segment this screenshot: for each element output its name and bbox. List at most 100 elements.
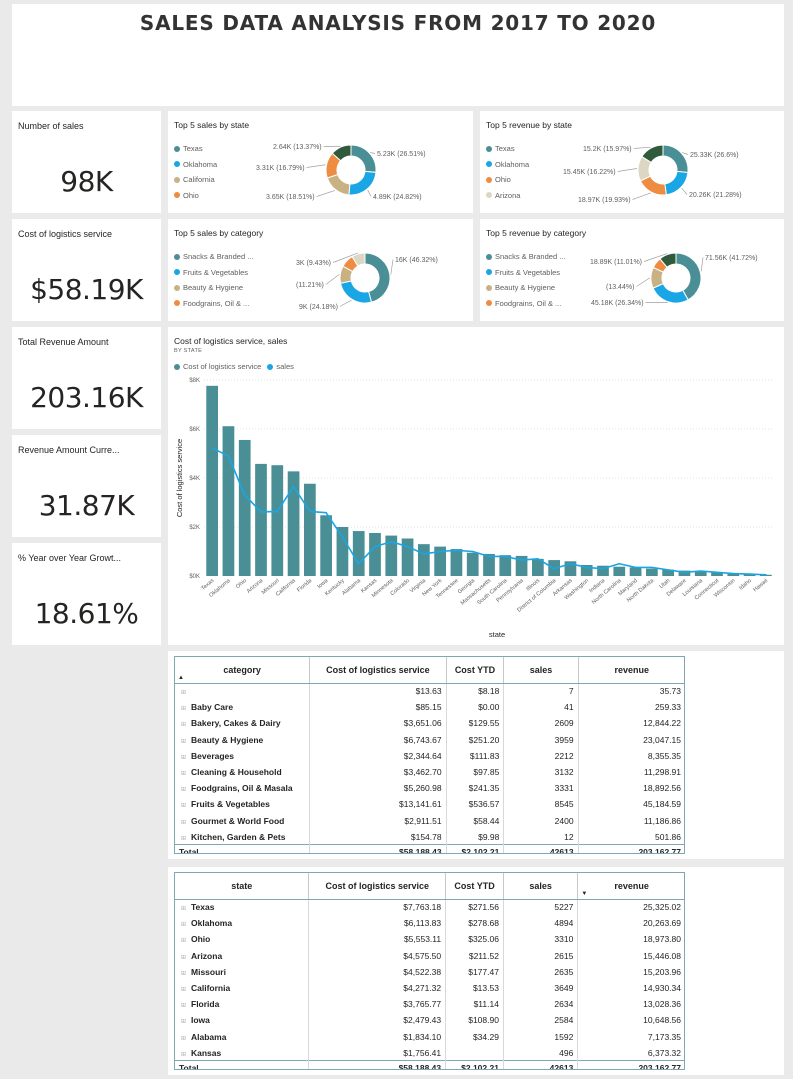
bar[interactable] [694, 571, 707, 576]
kpi-total-revenue[interactable]: Total Revenue Amount 203.16K [12, 327, 161, 429]
bar[interactable] [206, 385, 219, 576]
bar[interactable] [466, 552, 479, 576]
sort-descending-icon[interactable]: ▼ [581, 891, 587, 897]
table-row[interactable]: ⊞ Ohio $5,553.11 $325.06 3310 18,973.80 [175, 931, 684, 948]
table-row[interactable]: ⊞ Missouri $4,522.38 $177.47 2635 15,203.96 [175, 963, 684, 980]
kpi-cost-of-logistics[interactable]: Cost of logistics service $58.19K [12, 219, 161, 321]
donut-slice[interactable] [652, 282, 689, 304]
sales-point[interactable] [618, 562, 621, 565]
sales-point[interactable] [569, 562, 572, 565]
sales-point[interactable] [716, 571, 718, 574]
table-row[interactable]: ⊞ Oklahoma $6,113.83 $278.68 4894 20,263.69 [175, 915, 684, 932]
expand-icon[interactable]: ⊞ [181, 770, 186, 777]
expand-icon[interactable]: ⊞ [181, 689, 186, 696]
expand-icon[interactable]: ⊞ [181, 970, 186, 977]
sales-point[interactable] [699, 570, 702, 572]
bar[interactable] [645, 568, 658, 576]
expand-icon[interactable]: ⊞ [181, 1018, 186, 1025]
kpi-yoy-growth[interactable]: % Year over Year Growt... 18.61% [12, 543, 161, 645]
donut-top5-sales-by-state[interactable]: Top 5 sales by state Texas Oklahoma Califor… [168, 111, 473, 213]
sales-point[interactable] [292, 485, 295, 488]
bar[interactable] [271, 465, 284, 576]
bar[interactable] [401, 538, 414, 576]
donut-slice[interactable] [348, 170, 377, 196]
bar[interactable] [417, 544, 430, 576]
table-row[interactable]: ⊞ Iowa $2,479.43 $108.90 2584 10,648.56 [175, 1012, 684, 1029]
bar[interactable] [336, 527, 349, 576]
table-row[interactable]: ⊞ Beauty & Hygiene $6,743.67 $251.20 3959 23,… [175, 731, 684, 748]
column-header[interactable]: category ▲ [175, 657, 311, 684]
expand-icon[interactable]: ⊞ [181, 738, 186, 745]
expand-icon[interactable]: ⊞ [181, 1035, 186, 1042]
sales-point[interactable] [357, 563, 360, 565]
table-row[interactable]: ⊞ Arizona $4,575.50 $211.52 2615 15,446.08 [175, 947, 684, 964]
column-header[interactable]: Cost YTD [445, 873, 504, 900]
bar[interactable] [303, 483, 316, 576]
sales-point[interactable] [667, 569, 669, 571]
table-row[interactable]: ⊞ Alabama $1,834.10 $34.29 1592 7,173.35 [175, 1028, 684, 1045]
sales-point[interactable] [341, 536, 344, 538]
table-row[interactable]: ⊞ Baby Care $85.15 $0.00 41 259.33 [175, 699, 684, 716]
sales-point[interactable] [390, 540, 393, 543]
sales-point[interactable] [455, 549, 458, 552]
sales-point[interactable] [585, 566, 588, 569]
column-header[interactable]: sales [503, 873, 579, 900]
expand-icon[interactable]: ⊞ [181, 802, 186, 809]
table-row[interactable]: ⊞ California $4,271.32 $13.53 3649 14,930.34 [175, 979, 684, 997]
sales-point[interactable] [748, 573, 751, 575]
table-row[interactable]: ⊞ Beverages $2,344.64 $111.83 2212 8,355.35 [175, 747, 684, 764]
expand-icon[interactable]: ⊞ [181, 721, 186, 728]
sales-point[interactable] [260, 511, 262, 513]
column-header[interactable]: sales [503, 657, 579, 684]
expand-icon[interactable]: ⊞ [181, 954, 186, 961]
sales-point[interactable] [537, 558, 539, 560]
bar[interactable] [499, 555, 512, 576]
column-header[interactable]: state [175, 873, 310, 900]
bar[interactable] [255, 463, 267, 576]
bar[interactable] [483, 553, 495, 576]
sales-point[interactable] [276, 510, 279, 513]
sales-point[interactable] [325, 511, 327, 514]
category-table[interactable]: category ▲ Cost of logistics service Cost Y… [174, 656, 685, 854]
logistics-sales-by-state-chart[interactable]: Cost of logistics service, sales BY STAT… [168, 327, 784, 645]
bar[interactable] [238, 439, 251, 576]
sales-point[interactable] [520, 559, 523, 561]
expand-icon[interactable]: ⊞ [181, 705, 186, 712]
sales-point[interactable] [374, 545, 376, 548]
sales-point[interactable] [406, 545, 409, 548]
table-row[interactable]: ⊞ Florida $3,765.77 $11.14 2634 13,028.36 [175, 996, 684, 1013]
expand-icon[interactable]: ⊞ [181, 754, 186, 761]
bar[interactable] [369, 532, 381, 576]
donut-slice[interactable] [350, 144, 377, 173]
donut-slice[interactable] [662, 144, 689, 174]
table-row[interactable]: ⊞ Foodgrains, Oil & Masala $5,260.98 $241.3… [175, 780, 684, 797]
bar[interactable] [450, 549, 463, 576]
table-row[interactable]: ⊞ Texas $7,763.18 $271.56 5227 25,325.02 [175, 899, 684, 916]
sales-point[interactable] [227, 455, 230, 457]
expand-icon[interactable]: ⊞ [181, 786, 186, 793]
column-header[interactable]: revenue ▼ [577, 873, 684, 900]
table-row[interactable]: ⊞ Kansas $1,756.41 496 6,373.32 [175, 1044, 684, 1061]
sales-point[interactable] [602, 567, 604, 570]
expand-icon[interactable]: ⊞ [181, 1002, 186, 1009]
expand-icon[interactable]: ⊞ [181, 986, 186, 993]
table-row[interactable]: ⊞ Gourmet & World Food $2,911.51 $58.44 2400… [175, 812, 684, 829]
sales-point[interactable] [732, 572, 735, 575]
column-header[interactable]: Cost YTD [446, 657, 505, 684]
donut-top5-revenue-by-category[interactable]: Top 5 revenue by category Snacks & Brande… [480, 219, 784, 321]
sales-point[interactable] [765, 573, 767, 576]
sort-ascending-icon[interactable]: ▲ [178, 675, 184, 681]
column-header[interactable]: revenue [578, 657, 684, 684]
sales-point[interactable] [488, 555, 490, 558]
sales-point[interactable] [471, 550, 474, 553]
sales-point[interactable] [683, 571, 686, 574]
donut-top5-sales-by-category[interactable]: Top 5 sales by category Snacks & Branded … [168, 219, 473, 321]
donut-top5-revenue-by-state[interactable]: Top 5 revenue by state Texas Oklahoma Ohio A… [480, 111, 784, 213]
state-table[interactable]: state Cost of logistics service Cost YTD sa… [174, 872, 685, 1070]
table-row[interactable]: ⊞ Kitchen, Garden & Pets $154.78 $9.98 12 501… [175, 828, 684, 845]
sales-point[interactable] [309, 510, 311, 513]
sales-point[interactable] [634, 566, 637, 569]
table-row[interactable]: ⊞ Bakery, Cakes & Dairy $3,651.06 $129.55 26… [175, 715, 684, 732]
donut-slice[interactable] [339, 280, 373, 304]
column-header[interactable]: Cost of logistics service [309, 657, 447, 684]
